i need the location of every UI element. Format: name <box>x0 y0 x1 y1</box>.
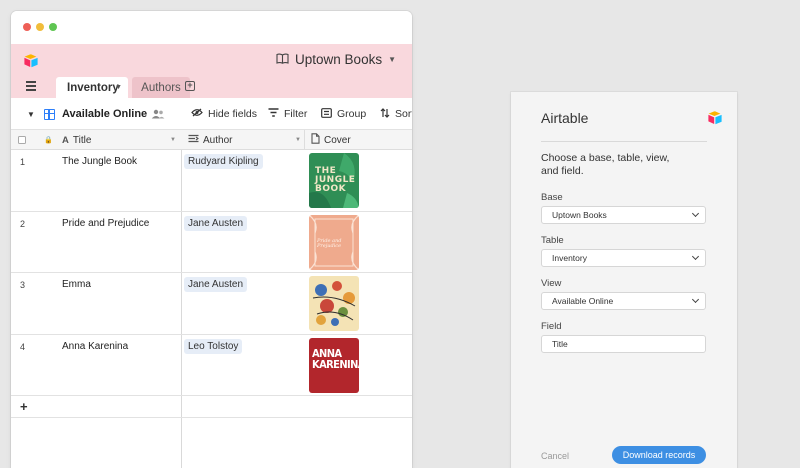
table-row[interactable]: 1 The Jungle Book Rudyard Kipling THE JU… <box>11 150 412 212</box>
view-select-value: Available Online <box>552 296 614 306</box>
base-select[interactable]: Uptown Books <box>541 206 706 224</box>
tab-label: Authors <box>141 81 181 94</box>
author-chip[interactable]: Leo Tolstoy <box>184 338 243 354</box>
base-header: Uptown Books ▼ Inventory ▼ Authors + <box>11 44 412 98</box>
link-field-icon <box>188 134 199 146</box>
column-header-title[interactable]: A Title <box>62 130 91 150</box>
add-record-icon: + <box>20 399 28 414</box>
title-cell[interactable]: The Jungle Book <box>62 156 137 167</box>
window-titlebar <box>11 11 412 44</box>
select-all-checkbox[interactable] <box>18 130 26 150</box>
group-button[interactable]: Group <box>321 98 366 130</box>
title-cell[interactable]: Emma <box>62 279 91 290</box>
sort-label: Sort <box>395 108 412 120</box>
airtable-logo-icon <box>708 111 722 125</box>
side-panel: Airtable Choose a base, table, view, and… <box>425 0 800 468</box>
author-chip[interactable]: Rudyard Kipling <box>184 154 263 169</box>
tab-authors[interactable]: Authors <box>132 77 190 98</box>
airtable-app-window: Uptown Books ▼ Inventory ▼ Authors + ▼ A… <box>11 11 412 468</box>
field-input-value: Title <box>552 339 568 349</box>
chevron-down-icon[interactable]: ▼ <box>295 130 301 150</box>
close-window-button[interactable] <box>23 23 31 31</box>
grid-view-icon <box>44 98 55 130</box>
view-toolbar: ▼ Available Online Hide fields Filter Gr… <box>11 98 412 130</box>
chevron-down-icon: ▼ <box>115 84 122 91</box>
author-chip[interactable]: Jane Austen <box>184 277 248 292</box>
base-label: Base <box>541 192 563 203</box>
records-grid: 🔒 A Title ▼ Author ▼ Cover 1 The Jungle … <box>11 130 412 468</box>
view-name[interactable]: Available Online <box>62 98 147 130</box>
filter-button[interactable]: Filter <box>268 98 307 130</box>
cover-title-text: Pride and Prejudice <box>317 237 342 249</box>
column-cover-label: Cover <box>324 134 351 146</box>
download-dialog: Airtable Choose a base, table, view, and… <box>511 92 737 468</box>
maximize-window-button[interactable] <box>49 23 57 31</box>
row-number: 2 <box>20 218 26 229</box>
grid-header: 🔒 A Title ▼ Author ▼ Cover <box>11 130 412 150</box>
tab-inventory[interactable]: Inventory ▼ <box>56 77 128 98</box>
chevron-down-icon <box>691 295 700 304</box>
filter-icon <box>268 108 279 120</box>
group-icon <box>321 107 332 121</box>
hide-fields-button[interactable]: Hide fields <box>191 98 257 130</box>
view-label: View <box>541 278 562 289</box>
chevron-down-icon: ▼ <box>388 55 396 64</box>
add-table-icon[interactable]: + <box>185 81 195 91</box>
row-number: 1 <box>20 157 26 167</box>
base-title-dropdown[interactable]: Uptown Books ▼ <box>276 52 396 67</box>
cover-title-text: ANNA KARENINA <box>312 346 359 371</box>
divider <box>541 141 707 142</box>
add-record-row[interactable]: + <box>11 396 412 418</box>
title-cell[interactable]: Anna Karenina <box>62 341 128 352</box>
text-field-icon: A <box>62 134 69 146</box>
table-select[interactable]: Inventory <box>541 249 706 267</box>
table-tabs: Inventory ▼ Authors + <box>11 75 412 98</box>
group-label: Group <box>337 108 367 120</box>
chevron-down-icon[interactable]: ▼ <box>170 130 176 150</box>
filter-label: Filter <box>284 108 308 120</box>
cover-thumbnail[interactable]: ANNA KARENINA <box>309 337 359 393</box>
cancel-button[interactable]: Cancel <box>541 451 569 461</box>
sort-icon <box>380 107 390 121</box>
book-icon <box>276 52 289 67</box>
chevron-down-icon <box>691 252 700 261</box>
table-row[interactable]: 3 Emma Jane Austen <box>11 273 412 335</box>
cover-title-text: THE JUNGLE BOOK <box>315 166 356 194</box>
field-input[interactable]: Title <box>541 335 706 353</box>
tab-label: Inventory <box>67 81 119 94</box>
sort-button[interactable]: Sort <box>380 98 412 130</box>
column-title-label: Title <box>72 134 92 146</box>
base-select-value: Uptown Books <box>552 210 607 220</box>
column-header-author[interactable]: Author <box>188 130 232 150</box>
dialog-description: Choose a base, table, view, and field. <box>541 152 670 177</box>
cover-thumbnail[interactable] <box>309 276 359 331</box>
field-label: Field <box>541 321 562 332</box>
table-row[interactable]: 2 Pride and Prejudice Jane Austen Pride … <box>11 212 412 273</box>
author-chip[interactable]: Jane Austen <box>184 215 248 231</box>
download-records-button[interactable]: Download records <box>612 446 706 464</box>
minimize-window-button[interactable] <box>36 23 44 31</box>
airtable-logo-icon[interactable] <box>23 53 39 69</box>
row-number: 4 <box>20 341 26 352</box>
chevron-down-icon <box>691 209 700 218</box>
row-number: 3 <box>20 280 26 290</box>
column-header-cover[interactable]: Cover <box>311 130 351 150</box>
menu-icon[interactable] <box>26 81 36 93</box>
hide-fields-label: Hide fields <box>208 108 258 120</box>
title-cell[interactable]: Pride and Prejudice <box>62 218 149 229</box>
eye-icon <box>191 108 203 120</box>
cover-thumbnail[interactable]: THE JUNGLE BOOK <box>309 153 359 208</box>
table-row[interactable]: 4 Anna Karenina Leo Tolstoy ANNA KARENIN… <box>11 335 412 396</box>
cover-thumbnail[interactable]: Pride and Prejudice <box>309 214 359 270</box>
attachment-field-icon <box>311 133 320 147</box>
table-select-value: Inventory <box>552 253 587 263</box>
collaborators-icon[interactable] <box>151 98 165 130</box>
view-select[interactable]: Available Online <box>541 292 706 310</box>
column-author-label: Author <box>203 134 233 146</box>
views-toggle-icon[interactable]: ▼ <box>27 98 35 130</box>
table-label: Table <box>541 235 564 246</box>
base-title: Uptown Books <box>295 52 383 67</box>
lock-icon: 🔒 <box>44 137 53 144</box>
dialog-title: Airtable <box>541 110 589 126</box>
